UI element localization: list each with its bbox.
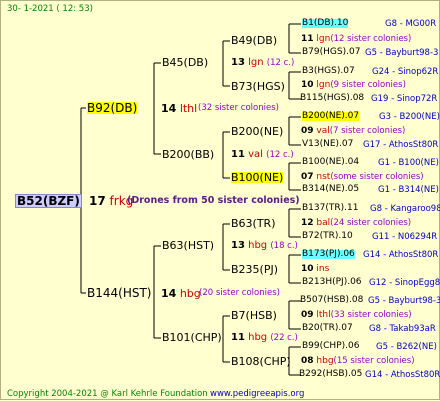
gen2-queen-1[interactable]: B45(DB)	[162, 57, 208, 68]
gen4-code-6: G17 - AthosSt80R	[363, 140, 439, 150]
gen3-mating-3: 09 val(7 sister colonies)	[301, 126, 406, 136]
root-drone-note: (Drones from 50 sister colonies)	[127, 195, 300, 206]
gen4-code-4: G19 - Sinop72R	[371, 94, 438, 104]
gen4-queen-9[interactable]: B137(TR).11	[302, 204, 358, 213]
gen4-queen-12[interactable]: B213H(PJ).06	[302, 278, 362, 287]
gen1-queen-1[interactable]: B92(DB)	[87, 102, 138, 114]
gen1-note-2: (20 sister colonies)	[199, 288, 280, 298]
gen4-code-7: G1 - B100(NE)	[378, 158, 439, 168]
gen4-code-11: G14 - AthosSt80R	[363, 250, 439, 260]
gen3-queen-2[interactable]: B73(HGS)	[231, 81, 285, 92]
gen4-queen-6[interactable]: V13(NE).07	[302, 140, 353, 149]
footer-site-link[interactable]: www.pedigreeapis.org	[210, 390, 304, 399]
gen3-queen-6[interactable]: B235(PJ)	[231, 264, 278, 275]
gen4-queen-10[interactable]: B72(TR).10	[302, 232, 353, 241]
gen3-queen-5[interactable]: B63(TR)	[231, 218, 276, 229]
gen4-queen-13[interactable]: B507(HSB).08	[300, 296, 363, 305]
gen4-code-8: G1 - B314(NE)	[378, 185, 439, 195]
gen3-queen-3[interactable]: B200(NE)	[231, 126, 283, 137]
gen4-queen-3[interactable]: B3(HGS).07	[302, 67, 355, 76]
gen4-queen-4[interactable]: B115(HGS).08	[300, 94, 364, 103]
footer-copyright: Copyright 2004-2021 @ Karl Kehrle Founda…	[7, 389, 208, 399]
gen3-queen-4[interactable]: B100(NE)	[231, 172, 284, 183]
gen3-mating-8: 08 hbg(15 sister colonies)	[301, 356, 415, 366]
gen4-code-9: G8 - Kangaroo98R	[370, 204, 440, 214]
gen4-code-15: G5 - B262(NE)	[376, 342, 437, 352]
gen4-queen-11[interactable]: B173(PJ).06	[302, 250, 355, 259]
pedigree-page: { "header": { "date": "30- 1-2021 ( 12: …	[0, 0, 440, 400]
gen3-queen-1[interactable]: B49(DB)	[231, 35, 277, 46]
gen4-queen-16[interactable]: B292(HSB).05	[299, 370, 362, 379]
gen4-code-3: G24 - Sinop62R	[372, 67, 439, 77]
root-mating-number: 17	[89, 194, 106, 208]
gen1-queen-2[interactable]: B144(HST)	[87, 287, 151, 299]
gen3-mating-6: 10 ins	[301, 264, 330, 274]
gen4-code-16: G14 - AthosSt80R	[365, 370, 440, 380]
gen1-mating-2: 14 hbg	[161, 287, 201, 300]
gen3-mating-1: 11 lgn(12 sister colonies)	[301, 34, 412, 44]
gen2-mating-2: 11 val (12 c.)	[231, 149, 294, 160]
gen4-code-2: G5 - Bayburt98-3	[365, 48, 439, 58]
header-date: 30- 1-2021 ( 12: 53)	[7, 4, 93, 14]
gen3-mating-4: 07 nst(some sister colonies)	[301, 172, 424, 182]
gen4-code-5: G3 - B200(NE)	[379, 112, 440, 122]
gen3-queen-8[interactable]: B108(CHP)	[231, 356, 291, 367]
gen3-mating-2: 10 lgn(9 sister colonies)	[301, 80, 406, 90]
gen2-mating-1: 13 lgn (12 c.)	[231, 57, 295, 68]
gen4-code-14: G8 - Takab93aR	[369, 324, 436, 334]
gen4-queen-14[interactable]: B20(TR).07	[302, 324, 353, 333]
gen3-queen-7[interactable]: B7(HSB)	[231, 310, 277, 321]
gen4-queen-15[interactable]: B99(CHP).06	[302, 342, 359, 351]
gen4-code-10: G11 - N06294R	[372, 232, 438, 242]
gen4-queen-2[interactable]: B79(HGS).07	[302, 48, 360, 57]
gen4-queen-1[interactable]: B1(DB).10	[302, 19, 349, 28]
gen1-mating-1: 14 lthl	[161, 102, 198, 115]
gen3-mating-7: 09 lthl(33 sister colonies)	[301, 310, 412, 320]
gen4-queen-5[interactable]: B200(NE).07	[302, 112, 360, 121]
gen3-mating-5: 12 bal(24 sister colonies)	[301, 218, 412, 228]
gen2-queen-4[interactable]: B101(CHP)	[162, 332, 222, 343]
gen4-queen-7[interactable]: B100(NE).04	[302, 158, 359, 167]
gen2-mating-3: 13 hbg (18 c.)	[231, 240, 298, 251]
gen2-queen-2[interactable]: B200(BB)	[162, 149, 214, 160]
gen1-note-1: (32 sister colonies)	[198, 103, 279, 113]
gen4-queen-8[interactable]: B314(NE).05	[302, 185, 359, 194]
gen4-code-1: G8 - MG00R	[385, 19, 437, 29]
gen4-code-13: G5 - Bayburt98-3	[368, 296, 440, 306]
gen2-queen-3[interactable]: B63(HST)	[162, 240, 214, 251]
gen2-mating-4: 11 hbg (22 c.)	[231, 332, 298, 343]
root-queen[interactable]: B52(BZF)	[15, 194, 82, 208]
gen4-code-12: G12 - SinopEgg86R	[369, 278, 440, 288]
